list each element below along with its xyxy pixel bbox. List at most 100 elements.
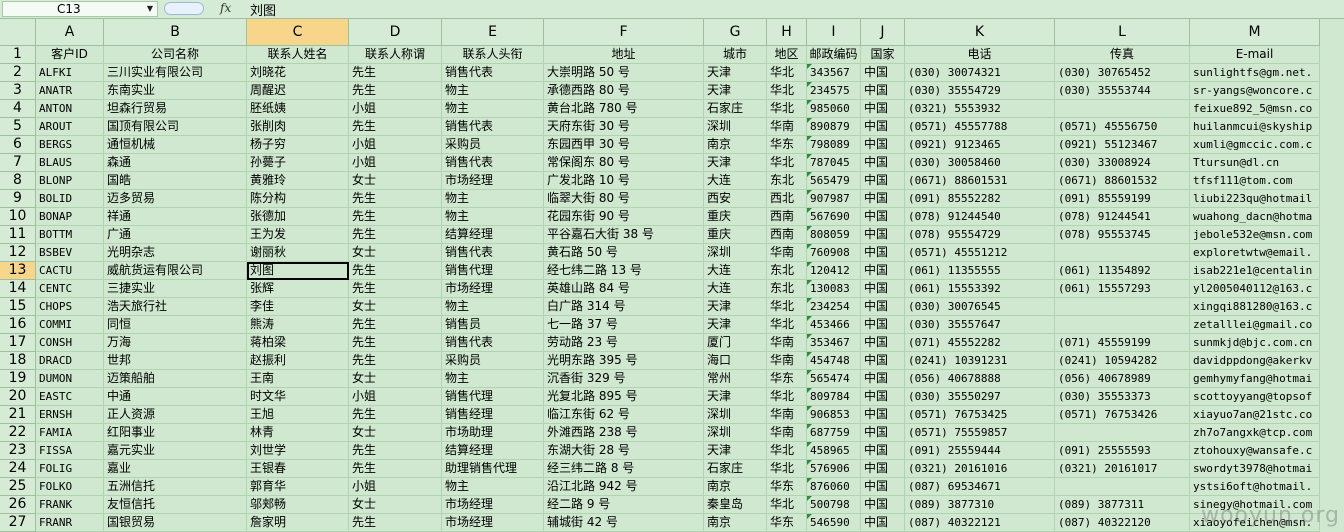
field-header-cell[interactable]: 邮政编码 [807,46,861,64]
row-header-7[interactable]: 7 [0,154,36,172]
table-cell[interactable]: BLAUS [36,154,104,172]
table-cell[interactable]: 经七纬二路 13 号 [544,262,704,280]
table-cell[interactable]: 深圳 [704,406,767,424]
table-cell[interactable]: 沉香街 329 号 [544,370,704,388]
table-cell[interactable]: 销售代表 [442,154,544,172]
table-cell[interactable]: 女士 [349,370,442,388]
table-cell[interactable]: 先生 [349,442,442,460]
table-cell[interactable]: tfsf111@tom.com [1190,172,1320,190]
table-cell[interactable]: 华南 [767,244,807,262]
table-cell[interactable]: 中国 [861,406,905,424]
table-cell[interactable]: 世邦 [104,352,247,370]
table-cell[interactable]: jebole532e@msn.com [1190,226,1320,244]
table-cell[interactable]: (078) 95554729 [905,226,1055,244]
table-cell[interactable]: 天津 [704,298,767,316]
table-cell[interactable] [1055,478,1190,496]
table-cell[interactable]: 907987 [807,190,861,208]
field-header-cell[interactable]: 联系人头衔 [442,46,544,64]
table-cell[interactable]: FRANK [36,496,104,514]
table-cell[interactable]: 中通 [104,388,247,406]
table-cell[interactable]: sr-yangs@woncore.c [1190,82,1320,100]
table-cell[interactable]: 同恒 [104,316,247,334]
table-cell[interactable]: 453466 [807,316,861,334]
table-cell[interactable]: 东南实业 [104,82,247,100]
table-cell[interactable]: BONAP [36,208,104,226]
table-cell[interactable]: (0571) 45551212 [905,244,1055,262]
row-header-14[interactable]: 14 [0,280,36,298]
table-cell[interactable]: 中国 [861,388,905,406]
table-cell[interactable]: 华南 [767,118,807,136]
table-cell[interactable]: 王南 [247,370,349,388]
table-cell[interactable]: 西南 [767,226,807,244]
table-cell[interactable]: FRANR [36,514,104,532]
table-cell[interactable]: 女士 [349,298,442,316]
table-cell[interactable]: 光明杂志 [104,244,247,262]
row-header-18[interactable]: 18 [0,352,36,370]
table-cell[interactable]: 浩天旅行社 [104,298,247,316]
table-cell[interactable]: 嘉业 [104,460,247,478]
row-header-13[interactable]: 13 [0,262,36,280]
table-cell[interactable]: 798089 [807,136,861,154]
table-cell[interactable]: 中国 [861,280,905,298]
table-cell[interactable]: 威航货运有限公司 [104,262,247,280]
table-cell[interactable]: 国顶有限公司 [104,118,247,136]
table-cell[interactable]: 花园东街 90 号 [544,208,704,226]
table-cell[interactable]: 王银春 [247,460,349,478]
row-header-17[interactable]: 17 [0,334,36,352]
table-cell[interactable]: (030) 35554729 [905,82,1055,100]
table-cell[interactable]: 国银贸易 [104,514,247,532]
table-cell[interactable]: (0321) 20161016 [905,460,1055,478]
table-cell[interactable]: BOLID [36,190,104,208]
fx-icon[interactable]: fx [220,1,231,15]
table-cell[interactable]: 市场助理 [442,424,544,442]
table-cell[interactable]: 市场经理 [442,514,544,532]
row-header-10[interactable]: 10 [0,208,36,226]
table-cell[interactable]: FAMIA [36,424,104,442]
table-cell[interactable]: 华北 [767,460,807,478]
table-cell[interactable]: (078) 91244540 [905,208,1055,226]
table-cell[interactable]: CHOPS [36,298,104,316]
table-cell[interactable]: (061) 11354892 [1055,262,1190,280]
table-cell[interactable]: 黄台北路 780 号 [544,100,704,118]
table-cell[interactable]: 王为发 [247,226,349,244]
table-cell[interactable]: (091) 85552282 [905,190,1055,208]
table-cell[interactable]: (061) 15557293 [1055,280,1190,298]
table-cell[interactable]: 市场经理 [442,172,544,190]
table-cell[interactable]: 天津 [704,442,767,460]
table-cell[interactable]: 光明东路 395 号 [544,352,704,370]
table-cell[interactable]: 先生 [349,118,442,136]
column-header-l[interactable]: L [1055,19,1190,46]
table-cell[interactable]: 120412 [807,262,861,280]
table-cell[interactable]: 劳动路 23 号 [544,334,704,352]
table-cell[interactable]: Ttursun@dl.cn [1190,154,1320,172]
table-cell[interactable]: 李佳 [247,298,349,316]
table-cell[interactable]: 承德西路 80 号 [544,82,704,100]
table-cell[interactable]: 东北 [767,280,807,298]
table-cell[interactable]: xingqi881280@163.c [1190,298,1320,316]
table-cell[interactable]: 985060 [807,100,861,118]
table-cell[interactable]: 中国 [861,316,905,334]
table-cell[interactable]: EASTC [36,388,104,406]
field-header-cell[interactable]: 联系人称谓 [349,46,442,64]
table-cell[interactable]: 先生 [349,316,442,334]
table-cell[interactable]: 销售代表 [442,64,544,82]
selected-cell[interactable]: 刘图 [247,262,349,280]
column-header-c[interactable]: C [247,19,349,46]
table-cell[interactable]: 567690 [807,208,861,226]
field-header-cell[interactable]: 联系人姓名 [247,46,349,64]
table-cell[interactable]: 华北 [767,298,807,316]
table-cell[interactable]: 天府东街 30 号 [544,118,704,136]
row-header-16[interactable]: 16 [0,316,36,334]
table-cell[interactable]: 343567 [807,64,861,82]
select-all-corner[interactable] [0,19,36,46]
field-header-cell[interactable]: E-mail [1190,46,1320,64]
table-cell[interactable]: 先生 [349,82,442,100]
table-cell[interactable]: 先生 [349,262,442,280]
table-cell[interactable]: 华东 [767,370,807,388]
table-cell[interactable]: (0241) 10594282 [1055,352,1190,370]
table-cell[interactable]: 大连 [704,280,767,298]
table-cell[interactable]: DRACD [36,352,104,370]
table-cell[interactable]: 华北 [767,82,807,100]
table-cell[interactable]: 谢丽秋 [247,244,349,262]
column-header-a[interactable]: A [36,19,104,46]
